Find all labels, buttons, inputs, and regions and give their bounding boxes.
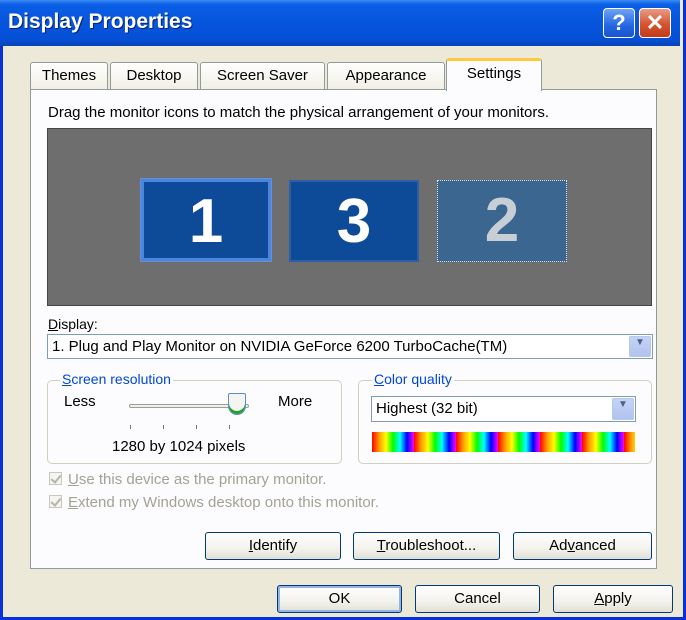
title-bar[interactable]: Display Properties ? ✕	[0, 0, 680, 46]
display-select[interactable]: 1. Plug and Play Monitor on NVIDIA GeFor…	[47, 334, 653, 359]
window-title: Display Properties	[8, 10, 193, 33]
help-button[interactable]: ?	[603, 8, 635, 38]
tab-appearance[interactable]: Appearance	[327, 62, 445, 90]
tab-screen-saver[interactable]: Screen Saver	[200, 62, 325, 90]
apply-button[interactable]: Apply	[553, 585, 673, 613]
troubleshoot-button[interactable]: Troubleshoot...	[353, 532, 500, 560]
resolution-less-label: Less	[64, 393, 96, 410]
tab-themes[interactable]: Themes	[30, 62, 108, 90]
display-select-value: 1. Plug and Play Monitor on NVIDIA GeFor…	[52, 338, 508, 355]
color-quality-value: Highest (32 bit)	[376, 400, 478, 417]
slider-tick	[130, 425, 131, 429]
monitor-1-icon[interactable]: 1	[140, 178, 272, 262]
arrangement-instruction: Drag the monitor icons to match the phys…	[48, 104, 550, 121]
primary-monitor-checkbox[interactable]: Use this device as the primary monitor.	[49, 471, 326, 488]
chevron-down-icon[interactable]: ▼	[612, 398, 634, 420]
slider-tick	[229, 425, 230, 429]
tab-settings[interactable]: Settings	[446, 58, 542, 91]
color-quality-select[interactable]: Highest (32 bit) ▼	[371, 396, 636, 422]
cancel-button[interactable]: Cancel	[415, 585, 540, 613]
resolution-slider-thumb[interactable]	[228, 393, 246, 415]
color-spectrum-bar	[372, 432, 635, 452]
monitor-arrangement-area[interactable]: 1 3 2	[47, 128, 652, 306]
resolution-value: 1280 by 1024 pixels	[112, 438, 246, 455]
monitor-2-icon[interactable]: 2	[437, 180, 567, 262]
tab-desktop[interactable]: Desktop	[110, 62, 198, 90]
extend-desktop-checkbox[interactable]: Extend my Windows desktop onto this moni…	[49, 494, 379, 511]
checkmark-icon[interactable]	[49, 495, 62, 508]
identify-button[interactable]: Identify	[205, 532, 341, 560]
color-quality-title: Color quality	[372, 371, 454, 387]
monitor-3-icon[interactable]: 3	[289, 180, 419, 262]
slider-tick	[163, 425, 164, 429]
close-button[interactable]: ✕	[639, 8, 671, 38]
checkmark-icon[interactable]	[49, 472, 62, 485]
ok-button[interactable]: OK	[277, 585, 402, 613]
chevron-down-icon[interactable]: ▼	[629, 336, 651, 357]
resolution-more-label: More	[278, 393, 313, 410]
display-label: Display:	[48, 316, 98, 332]
advanced-button[interactable]: Advanced	[513, 532, 652, 560]
screen-resolution-title: Screen resolution	[60, 371, 173, 387]
slider-tick	[196, 425, 197, 429]
